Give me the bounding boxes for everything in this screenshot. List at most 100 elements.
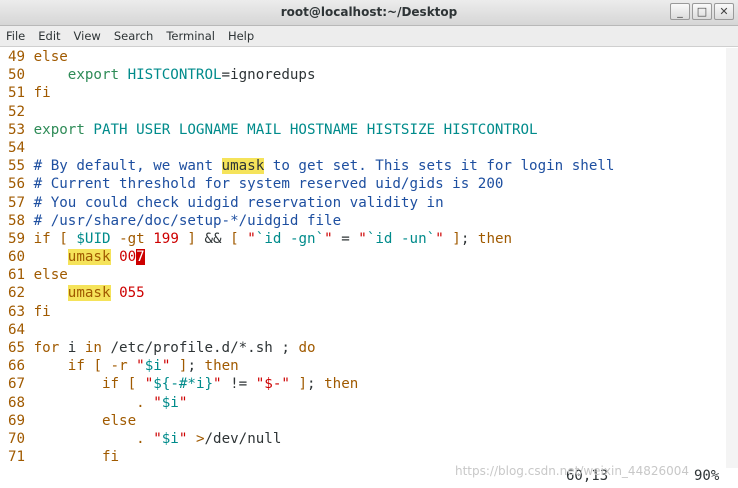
line-number: 57 bbox=[8, 194, 34, 211]
code-token: . bbox=[136, 394, 145, 411]
code-line: 65 for i in /etc/profile.d/*.sh ; do bbox=[8, 339, 724, 357]
code-token: if bbox=[101, 376, 120, 393]
code-token: > bbox=[195, 430, 205, 447]
line-number: 54 bbox=[8, 139, 34, 156]
code-token: ] bbox=[298, 376, 308, 393]
code-token: if bbox=[33, 230, 51, 247]
menu-edit[interactable]: Edit bbox=[38, 26, 60, 46]
code-token: fi bbox=[33, 303, 51, 320]
code-line: 54 bbox=[8, 139, 724, 157]
code-line: 50 export HISTCONTROL=ignoredups bbox=[8, 66, 724, 84]
minimize-button[interactable]: _ bbox=[670, 3, 690, 20]
maximize-button[interactable]: □ bbox=[692, 3, 712, 20]
code-token: && bbox=[195, 230, 231, 247]
code-line: 56 # Current threshold for system reserv… bbox=[8, 175, 724, 193]
menu-help[interactable]: Help bbox=[228, 26, 254, 46]
code-token: " bbox=[153, 430, 162, 447]
code-line: 58 # /usr/share/doc/setup-*/uidgid file bbox=[8, 212, 724, 230]
code-token: $i bbox=[144, 358, 162, 375]
code-line: 59 if [ $UID -gt 199 ] && [ "`id -gn`" =… bbox=[8, 230, 724, 248]
terminal-scrollbar[interactable] bbox=[726, 48, 738, 468]
code-token: then bbox=[204, 358, 239, 375]
code-token: export bbox=[67, 67, 120, 84]
line-number: 70 bbox=[8, 430, 34, 447]
code-token: else bbox=[33, 267, 68, 284]
line-number: 51 bbox=[8, 85, 34, 102]
menu-search[interactable]: Search bbox=[114, 26, 154, 46]
code-token: ; bbox=[307, 376, 325, 393]
menu-terminal[interactable]: Terminal bbox=[166, 26, 215, 46]
code-token: " bbox=[435, 230, 444, 247]
code-token: else bbox=[33, 49, 68, 65]
terminal-text-area[interactable]: 49 else 50 export HISTCONTROL=ignoredups 5… bbox=[8, 48, 724, 468]
code-token: ; bbox=[187, 358, 205, 375]
code-token: umask bbox=[221, 158, 265, 175]
code-token: i bbox=[59, 340, 85, 356]
code-token: then bbox=[324, 376, 359, 393]
line-number: 56 bbox=[8, 176, 34, 193]
code-token: # Current threshold for system reserved … bbox=[33, 176, 504, 193]
code-token: 055 bbox=[119, 285, 145, 302]
code-line: 53 export PATH USER LOGNAME MAIL HOSTNAM… bbox=[8, 121, 724, 139]
code-token: # You could check uidgid reservation val… bbox=[33, 194, 444, 211]
line-number: 69 bbox=[8, 412, 34, 429]
code-token: /etc/profile.d/*.sh ; bbox=[101, 340, 299, 356]
code-token: `id -un` bbox=[366, 230, 436, 247]
code-token: /dev/null bbox=[204, 430, 282, 447]
line-number: 67 bbox=[8, 376, 34, 393]
code-token: fi bbox=[101, 449, 120, 466]
code-token: umask bbox=[67, 249, 111, 266]
code-line: 69 else bbox=[8, 412, 724, 430]
menu-view[interactable]: View bbox=[74, 26, 101, 46]
watermark-text: https://blog.csdn.net/weixin_44826004 bbox=[455, 464, 690, 478]
line-number: 64 bbox=[8, 321, 34, 338]
code-token: then bbox=[477, 230, 513, 247]
code-token: . bbox=[136, 430, 145, 447]
code-line: 68 . "$i" bbox=[8, 394, 724, 412]
line-number: 62 bbox=[8, 285, 34, 302]
code-token: " bbox=[213, 376, 222, 393]
code-token: # /usr/share/doc/setup-*/uidgid file bbox=[33, 212, 342, 229]
menu-file[interactable]: File bbox=[6, 26, 25, 46]
line-number: 58 bbox=[8, 212, 34, 229]
code-token: [ bbox=[127, 376, 137, 393]
code-token: ] bbox=[452, 230, 461, 247]
code-token: 199 bbox=[153, 230, 179, 247]
code-token: -r bbox=[110, 358, 128, 375]
text-cursor: 7 bbox=[136, 249, 145, 266]
line-number: 53 bbox=[8, 121, 34, 138]
code-token: " bbox=[136, 358, 145, 375]
line-number: 65 bbox=[8, 340, 34, 356]
code-token: " bbox=[144, 376, 154, 393]
line-number: 60 bbox=[8, 249, 34, 266]
code-token: " bbox=[178, 394, 188, 411]
code-token: 00 bbox=[119, 249, 137, 266]
code-line: 52 bbox=[8, 103, 724, 121]
code-token: [ bbox=[230, 230, 239, 247]
code-token: " bbox=[153, 394, 162, 411]
code-line: 51 fi bbox=[8, 84, 724, 102]
code-token: PATH USER LOGNAME MAIL HOSTNAME HISTSIZE… bbox=[84, 121, 538, 138]
code-line: 70 . "$i" >/dev/null bbox=[8, 430, 724, 448]
code-line: 63 fi bbox=[8, 303, 724, 321]
code-token: [ bbox=[93, 358, 102, 375]
code-token: =ignoredups bbox=[221, 67, 316, 84]
code-token: fi bbox=[33, 85, 51, 102]
line-number: 71 bbox=[8, 449, 34, 466]
code-token: # By default, we want bbox=[33, 158, 222, 175]
close-button[interactable]: ✕ bbox=[714, 3, 734, 20]
